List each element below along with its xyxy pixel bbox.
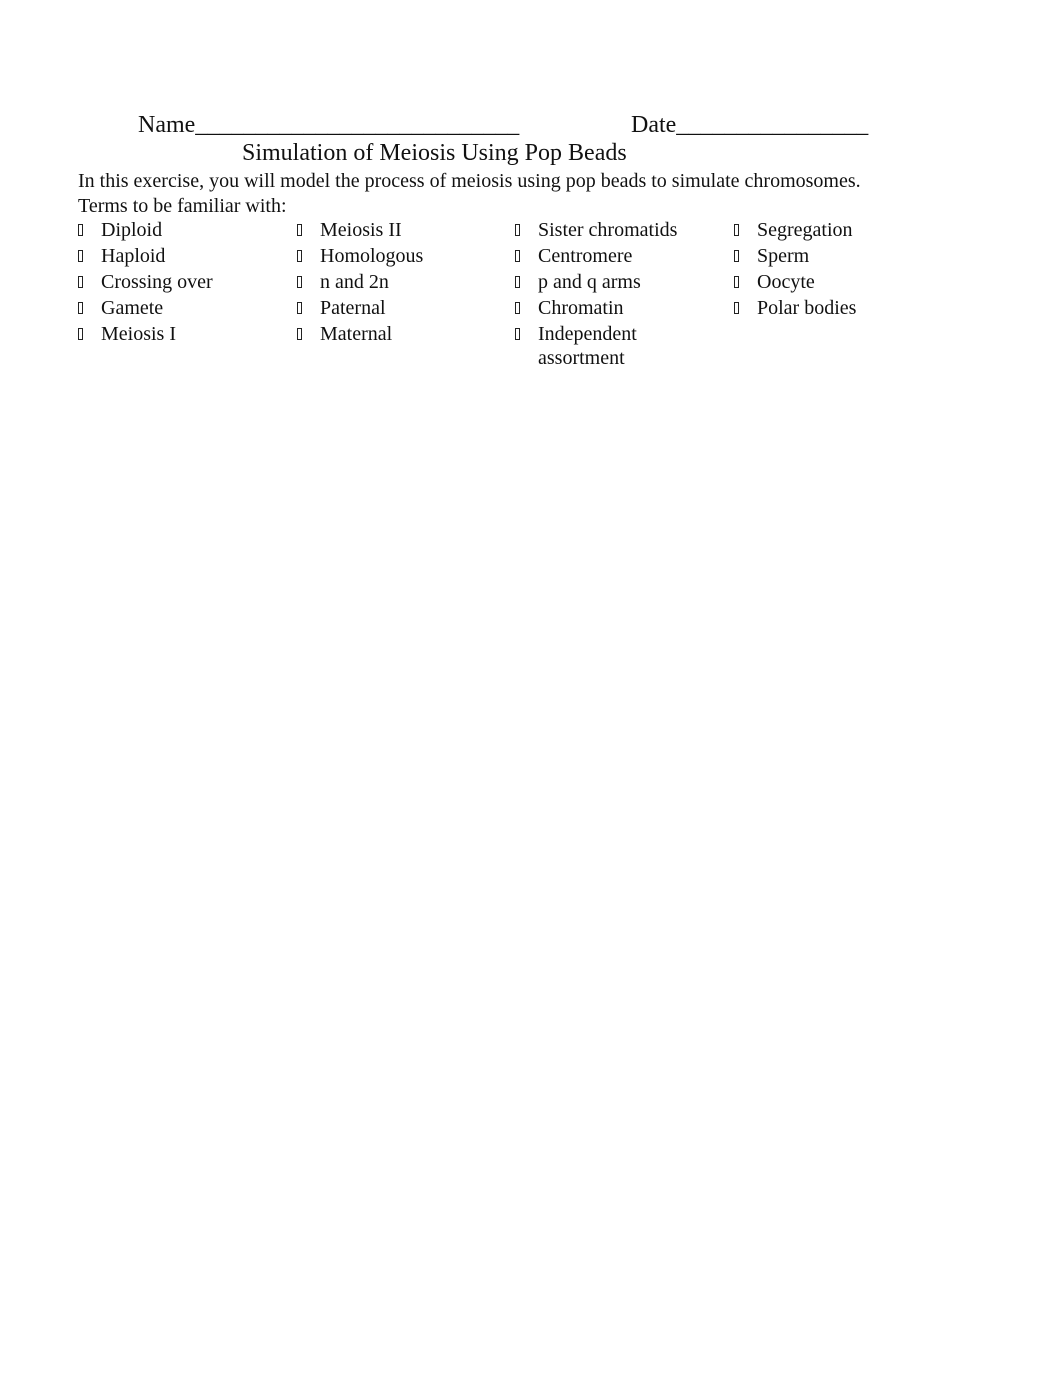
bullet-icon: [734, 276, 739, 288]
term-label: Meiosis II: [320, 219, 402, 241]
term-item: Oocyte: [734, 270, 934, 296]
bullet-icon: [78, 224, 83, 236]
term-label: Segregation: [757, 219, 853, 241]
term-item: Centromere: [515, 244, 715, 270]
term-item: Chromatin: [515, 296, 715, 322]
bullet-icon: [734, 302, 739, 314]
bullet-icon: [78, 302, 83, 314]
term-item: Haploid: [78, 244, 278, 270]
term-label: Chromatin: [538, 297, 624, 319]
bullet-icon: [78, 250, 83, 262]
bullet-icon: [297, 302, 302, 314]
term-label: Haploid: [101, 245, 166, 267]
term-item: Homologous: [297, 244, 497, 270]
term-item: Independent assortment: [515, 322, 715, 370]
bullet-icon: [78, 328, 83, 340]
intro-paragraph: In this exercise, you will model the pro…: [78, 170, 861, 192]
date-field-label: Date________________: [631, 112, 869, 138]
bullet-icon: [515, 302, 520, 314]
term-item: Segregation: [734, 218, 934, 244]
term-label: Polar bodies: [757, 297, 857, 319]
terms-column-1: Diploid Haploid Crossing over Gamete Mei…: [78, 218, 278, 348]
term-item: Maternal: [297, 322, 497, 348]
terms-column-4: Segregation Sperm Oocyte Polar bodies: [734, 218, 934, 322]
bullet-icon: [515, 328, 520, 340]
term-label: Independent assortment: [538, 323, 637, 369]
term-label: Oocyte: [757, 271, 815, 293]
terms-column-2: Meiosis II Homologous n and 2n Paternal …: [297, 218, 497, 348]
term-label: p and q arms: [538, 271, 641, 293]
term-label: Paternal: [320, 297, 386, 319]
term-item: Polar bodies: [734, 296, 934, 322]
term-label: Diploid: [101, 219, 163, 241]
term-item: p and q arms: [515, 270, 715, 296]
bullet-icon: [297, 224, 302, 236]
terms-heading: Terms to be familiar with:: [78, 195, 287, 217]
term-label: Crossing over: [101, 271, 213, 293]
term-label: Gamete: [101, 297, 164, 319]
term-label: Meiosis I: [101, 323, 176, 345]
bullet-icon: [734, 224, 739, 236]
bullet-icon: [734, 250, 739, 262]
term-item: Sperm: [734, 244, 934, 270]
name-field-label: Name___________________________: [138, 112, 520, 138]
term-label: Maternal: [320, 323, 393, 345]
bullet-icon: [297, 328, 302, 340]
bullet-icon: [78, 276, 83, 288]
bullet-icon: [515, 276, 520, 288]
term-item: Gamete: [78, 296, 278, 322]
term-label: Homologous: [320, 245, 424, 267]
terms-column-3: Sister chromatids Centromere p and q arm…: [515, 218, 715, 370]
bullet-icon: [515, 250, 520, 262]
bullet-icon: [515, 224, 520, 236]
term-item: Meiosis I: [78, 322, 278, 348]
bullet-icon: [297, 276, 302, 288]
term-label: Sperm: [757, 245, 810, 267]
term-item: Paternal: [297, 296, 497, 322]
term-item: Meiosis II: [297, 218, 497, 244]
bullet-icon: [297, 250, 302, 262]
term-item: n and 2n: [297, 270, 497, 296]
term-item: Diploid: [78, 218, 278, 244]
document-title: Simulation of Meiosis Using Pop Beads: [242, 140, 627, 166]
term-item: Sister chromatids: [515, 218, 715, 244]
term-item: Crossing over: [78, 270, 278, 296]
term-label: Centromere: [538, 245, 633, 267]
term-label: Sister chromatids: [538, 219, 678, 241]
term-label: n and 2n: [320, 271, 389, 293]
